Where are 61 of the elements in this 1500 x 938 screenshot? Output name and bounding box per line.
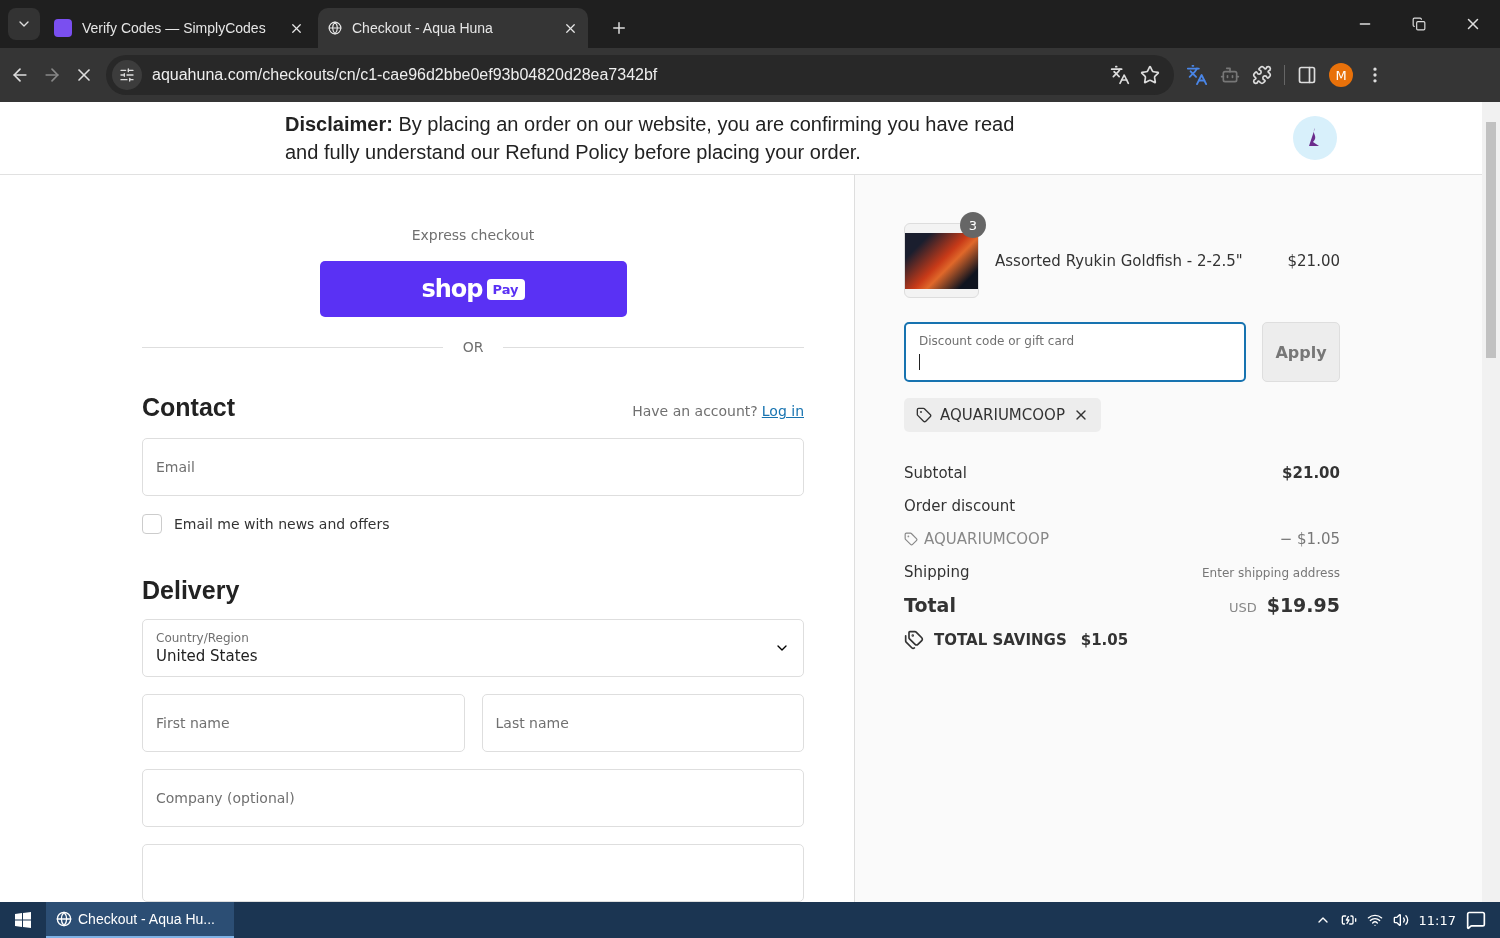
side-panel-icon[interactable] (1297, 65, 1317, 85)
globe-icon (328, 21, 342, 35)
notification-icon[interactable] (1466, 910, 1486, 930)
divider-text: OR (462, 339, 484, 355)
savings-label: TOTAL SAVINGS (934, 631, 1067, 649)
discount-code: AQUARIUMCOOP (924, 529, 1049, 548)
apply-button[interactable]: Apply (1262, 322, 1340, 382)
input-field[interactable] (142, 844, 804, 902)
puzzle-icon[interactable] (1252, 65, 1272, 85)
robot-icon[interactable] (1220, 65, 1240, 85)
summary-value: $21.00 (1282, 464, 1340, 482)
summary-label: Total (904, 594, 956, 616)
account-prompt: Have an account? Log in (632, 403, 804, 419)
store-logo[interactable] (1293, 116, 1337, 160)
tags-icon (904, 630, 924, 650)
globe-icon[interactable] (56, 911, 72, 927)
shop-pay-button[interactable]: shop Pay (319, 261, 627, 317)
browser-tab[interactable]: Checkout - Aqua Huna (318, 8, 588, 48)
summary-value: $19.95 (1266, 594, 1340, 616)
wifi-icon[interactable] (1366, 912, 1383, 928)
product-price: $21.00 (1287, 251, 1340, 270)
sliders-icon[interactable] (119, 67, 135, 83)
section-heading: Contact (142, 393, 236, 422)
discount-field[interactable]: Discount code or gift card (904, 322, 1246, 382)
tag-icon (916, 407, 932, 423)
summary-value: − $1.05 (1279, 530, 1340, 548)
summary-label: Shipping (904, 562, 970, 581)
translate-icon[interactable] (1110, 65, 1130, 85)
input-field[interactable]: First name (142, 694, 465, 752)
volume-icon[interactable] (1392, 912, 1409, 928)
quantity-badge: 3 (960, 212, 986, 238)
summary-value: Enter shipping address (1202, 566, 1340, 580)
star-icon[interactable] (1140, 65, 1160, 85)
input-field[interactable]: Company (optional) (142, 769, 804, 827)
taskbar-app[interactable]: Checkout - Aqua Hu... (46, 902, 234, 938)
section-heading: Delivery (142, 576, 240, 605)
product-name: Assorted Ryukin Goldfish - 2-2.5" (995, 251, 1244, 270)
express-checkout-title: Express checkout (411, 227, 535, 243)
site-icon (54, 19, 72, 37)
email-field[interactable]: Email (142, 438, 804, 496)
input-field[interactable]: Last name (481, 694, 804, 752)
summary-label: Order discount (904, 496, 1016, 515)
windows-icon[interactable] (15, 912, 31, 928)
newsletter-checkbox[interactable]: Email me with news and offers (142, 514, 804, 534)
savings-value: $1.05 (1080, 631, 1129, 649)
tag-icon (904, 531, 918, 546)
site-settings-button[interactable] (112, 60, 142, 90)
summary-label: Subtotal (904, 463, 967, 482)
battery-icon[interactable] (1340, 912, 1357, 928)
browser-tab[interactable]: Verify Codes — SimplyCodes (44, 8, 314, 48)
plus-icon[interactable] (610, 19, 628, 37)
login-link[interactable]: Log in (761, 403, 804, 419)
clock-time[interactable]: 11:17 (1418, 912, 1456, 928)
disclaimer-text: Disclaimer: By placing an order on our website, you are confirming you have read and fully understand our Refund Policy before placing your order. (285, 112, 1016, 165)
tab-list-button[interactable] (8, 8, 40, 40)
scrollbar-thumb[interactable] (1486, 122, 1496, 358)
restore-icon[interactable] (1412, 17, 1426, 31)
address-bar[interactable]: aquahuna.com/checkouts/cn/c1-cae96d2bbe0ef93b04820d28ea7342bf (106, 55, 1174, 95)
country-select[interactable]: Country/Region United States (142, 619, 804, 677)
discount-code: AQUARIUMCOOP (940, 406, 1065, 424)
currency-code: USD (1228, 600, 1257, 615)
